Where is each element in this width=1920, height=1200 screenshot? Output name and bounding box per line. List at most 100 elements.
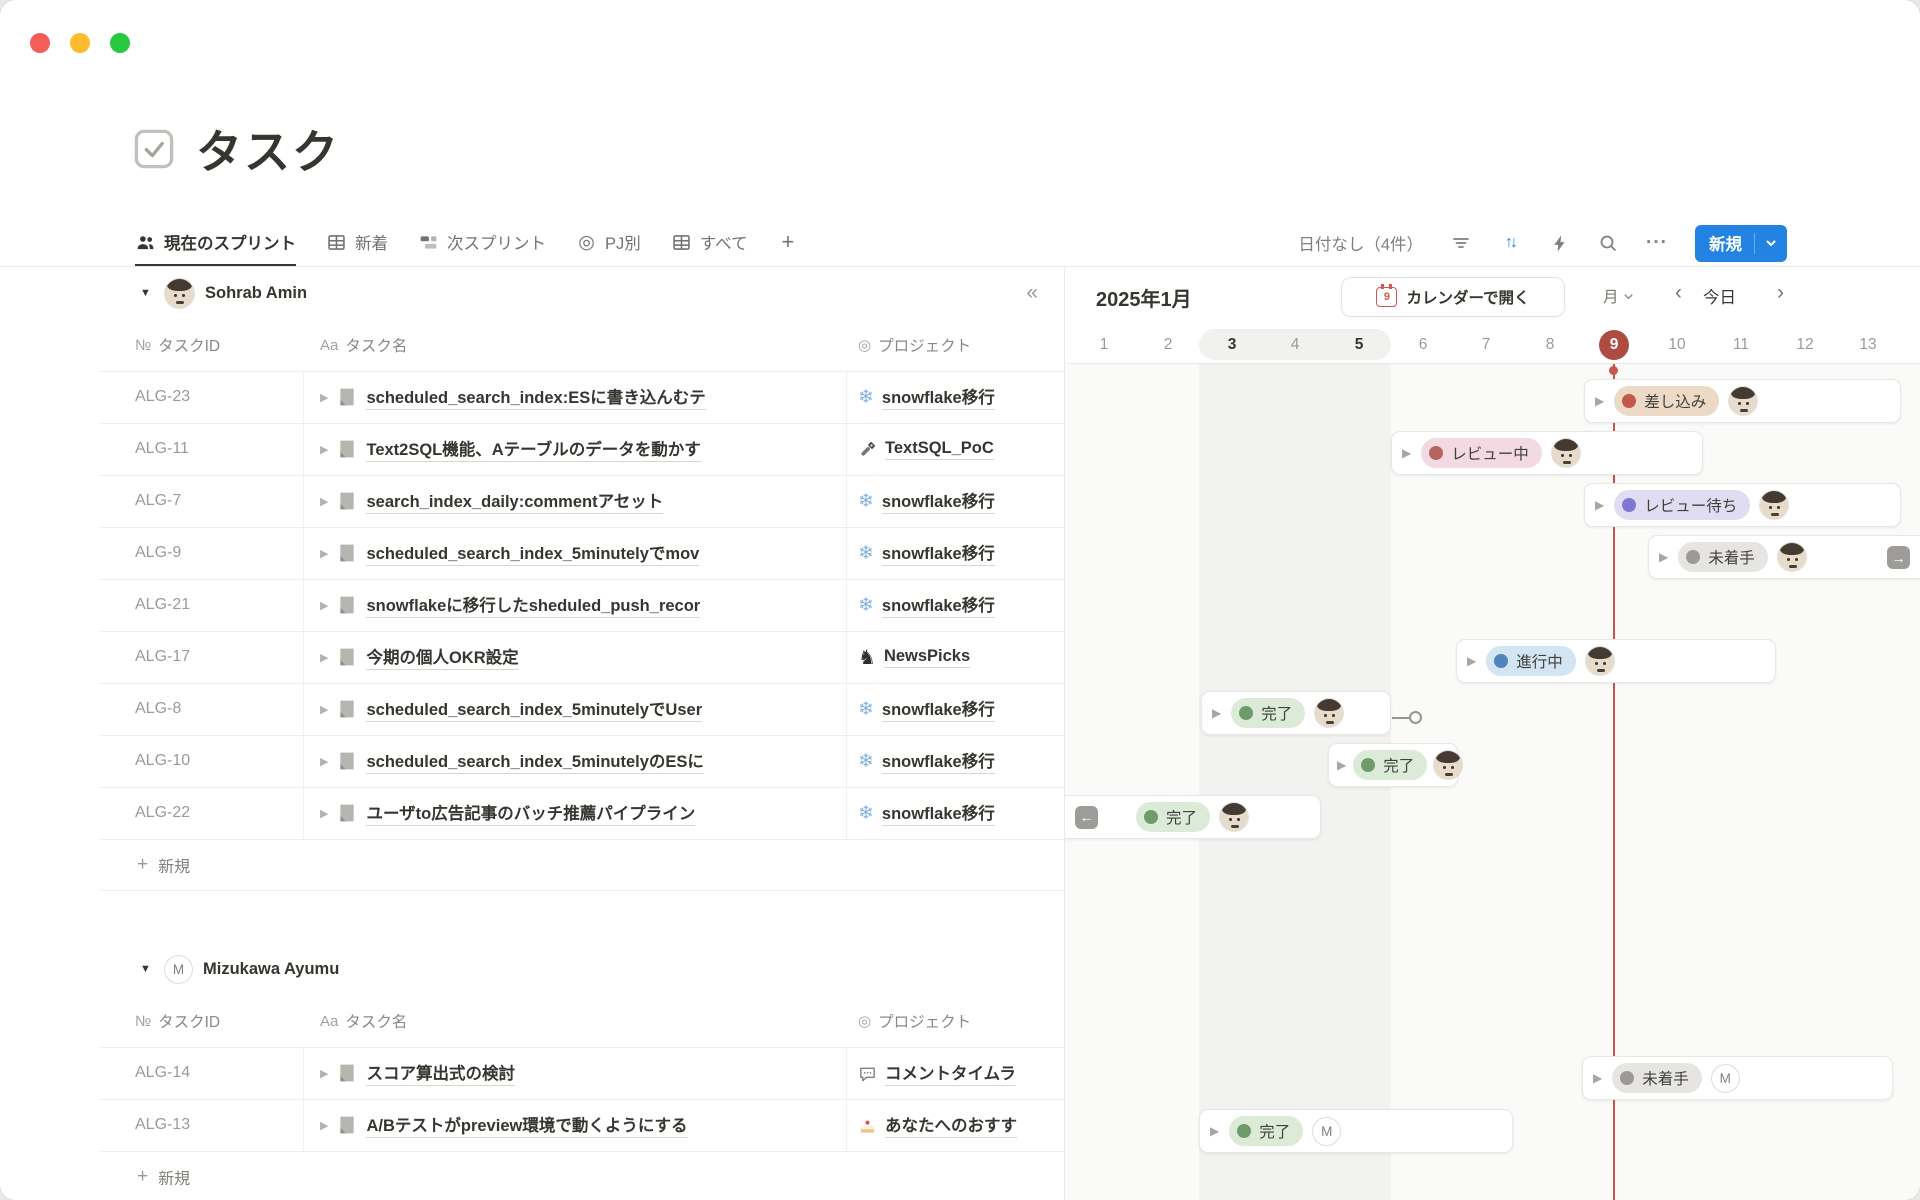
project-link[interactable]: コメントタイムラ (885, 1060, 1016, 1086)
day-cell[interactable]: 10 (1645, 327, 1709, 363)
add-task-row[interactable]: + 新規 (0, 1151, 1064, 1200)
expand-toggle-icon[interactable]: ▶ (320, 443, 328, 456)
chevron-down-icon[interactable] (1754, 233, 1787, 254)
timeline-bar[interactable]: ▶ レビュー中 (1391, 431, 1703, 475)
timeline-bar[interactable]: ▶ 未着手 → (1648, 535, 1920, 579)
tab-by-project[interactable]: ◎ PJ別 (576, 220, 641, 266)
expand-toggle-icon[interactable]: ▶ (1467, 654, 1476, 668)
today-button[interactable]: 今日 (1703, 284, 1736, 308)
day-cell[interactable]: 4 (1263, 327, 1327, 363)
project-link[interactable]: snowflake移行 (882, 488, 995, 514)
task-name-link[interactable]: scheduled_search_index_5minutelyでmov (366, 540, 699, 566)
column-header-project[interactable]: プロジェクト (878, 334, 971, 356)
timeline-bar[interactable]: ▶ 完了 M (1199, 1109, 1513, 1153)
collapse-group-icon[interactable]: ▼ (140, 963, 154, 975)
timeline-bar[interactable]: ▶ レビュー待ち (1584, 483, 1901, 527)
expand-toggle-icon[interactable]: ▶ (1210, 1124, 1219, 1138)
prev-period-button[interactable]: ‹ (1675, 281, 1682, 305)
more-icon[interactable]: ··· (1646, 232, 1668, 254)
date-filter[interactable]: 日付なし（4件） (1298, 231, 1423, 255)
day-cell[interactable]: 3 (1200, 327, 1264, 363)
task-name-link[interactable]: 今期の個人OKR設定 (366, 644, 518, 670)
expand-toggle-icon[interactable]: ▶ (1593, 1071, 1602, 1085)
expand-toggle-icon[interactable]: ▶ (1402, 446, 1411, 460)
dependency-connector[interactable] (1392, 711, 1422, 724)
expand-toggle-icon[interactable]: ▶ (320, 703, 328, 716)
project-link[interactable]: snowflake移行 (882, 592, 995, 618)
lightning-icon[interactable] (1548, 232, 1570, 254)
tab-all[interactable]: すべて (671, 220, 748, 266)
timeline-bar[interactable]: ▶ 進行中 (1456, 639, 1776, 683)
task-name-link[interactable]: A/Bテストがpreview環境で動くようにする (366, 1112, 687, 1138)
filter-icon[interactable] (1450, 232, 1472, 254)
task-name-link[interactable]: scheduled_search_index:ESに書き込んむテ (366, 384, 705, 410)
add-view-button[interactable]: + (777, 220, 798, 266)
task-name-link[interactable]: scheduled_search_index_5minutelyのESに (366, 748, 703, 774)
day-cell[interactable]: 7 (1454, 327, 1518, 363)
today-date-badge[interactable]: 9 (1599, 330, 1629, 360)
expand-toggle-icon[interactable]: ▶ (1595, 394, 1604, 408)
expand-toggle-icon[interactable]: ▶ (320, 807, 328, 820)
day-cell[interactable]: 12 (1773, 327, 1837, 363)
expand-toggle-icon[interactable]: ▶ (1659, 550, 1668, 564)
project-link[interactable]: snowflake移行 (882, 800, 995, 826)
expand-toggle-icon[interactable]: ▶ (320, 547, 328, 560)
task-name-link[interactable]: scheduled_search_index_5minutelyでUser (366, 696, 702, 722)
task-name-link[interactable]: snowflakeに移行したsheduled_push_recor (366, 592, 700, 618)
minimize-button[interactable] (70, 33, 90, 53)
zoom-button[interactable] (110, 33, 130, 53)
day-cell[interactable]: 8 (1518, 327, 1582, 363)
expand-toggle-icon[interactable]: ▶ (320, 599, 328, 612)
day-cell[interactable]: 1 (1072, 327, 1136, 363)
project-link[interactable]: TextSQL_PoC (885, 439, 994, 460)
project-link[interactable]: snowflake移行 (882, 748, 995, 774)
timeline-bar[interactable]: ▶ 差し込み (1584, 379, 1901, 423)
task-name-link[interactable]: search_index_daily:commentアセット (366, 488, 663, 514)
project-link[interactable]: snowflake移行 (882, 384, 995, 410)
column-header-id[interactable]: タスクID (158, 334, 220, 356)
day-cell[interactable]: 2 (1136, 327, 1200, 363)
collapse-group-icon[interactable]: ▼ (140, 287, 154, 299)
group-header-sohrab[interactable]: ▼ Sohrab Amin « (0, 267, 1064, 319)
expand-toggle-icon[interactable]: ▶ (320, 495, 328, 508)
open-calendar-button[interactable]: 9 カレンダーで開く (1341, 277, 1565, 317)
expand-toggle-icon[interactable]: ▶ (320, 1067, 328, 1080)
expand-toggle-icon[interactable]: ▶ (320, 391, 328, 404)
expand-toggle-icon[interactable]: ▶ (1212, 706, 1221, 720)
project-link[interactable]: snowflake移行 (882, 696, 995, 722)
timeline-bar[interactable]: ← 完了 (1065, 795, 1321, 839)
group-header-mizukawa[interactable]: ▼ M Mizukawa Ayumu (0, 943, 1064, 995)
timeline-scale-select[interactable]: 月 (1603, 285, 1634, 307)
project-link[interactable]: あなたへのおすす (885, 1112, 1017, 1138)
expand-toggle-icon[interactable]: ▶ (1337, 758, 1346, 772)
scroll-to-bar-right-button[interactable]: → (1887, 546, 1910, 569)
scroll-to-bar-left-button[interactable]: ← (1075, 806, 1098, 829)
column-header-name[interactable]: タスク名 (345, 1010, 407, 1032)
new-button[interactable]: 新規 (1695, 225, 1787, 262)
tab-next-sprint[interactable]: 次スプリント (418, 220, 546, 266)
day-cell[interactable]: 11 (1709, 327, 1773, 363)
day-cell[interactable]: 13 (1836, 327, 1900, 363)
timeline-bar[interactable]: ▶ 完了 (1328, 743, 1458, 787)
next-period-button[interactable]: › (1777, 281, 1784, 305)
task-name-link[interactable]: ユーザto広告記事のバッチ推薦パイプライン (366, 800, 695, 826)
add-task-row[interactable]: + 新規 (0, 839, 1064, 891)
close-button[interactable] (30, 33, 50, 53)
search-icon[interactable] (1597, 232, 1619, 254)
sort-icon[interactable]: ↑↓ (1499, 232, 1521, 254)
column-header-id[interactable]: タスクID (158, 1010, 220, 1032)
task-name-link[interactable]: スコア算出式の検討 (366, 1060, 515, 1086)
tab-current-sprint[interactable]: 現在のスプリント (135, 220, 296, 266)
expand-toggle-icon[interactable]: ▶ (320, 755, 328, 768)
column-header-project[interactable]: プロジェクト (878, 1010, 971, 1032)
project-link[interactable]: snowflake移行 (882, 540, 995, 566)
timeline-bar[interactable]: ▶ 未着手 M (1582, 1056, 1893, 1100)
expand-toggle-icon[interactable]: ▶ (320, 1119, 328, 1132)
expand-toggle-icon[interactable]: ▶ (1595, 498, 1604, 512)
task-name-link[interactable]: Text2SQL機能、Aテーブルのデータを動かす (366, 436, 700, 462)
project-link[interactable]: NewsPicks (884, 647, 970, 668)
column-header-name[interactable]: タスク名 (345, 334, 407, 356)
day-cell[interactable]: 6 (1391, 327, 1455, 363)
timeline-bar[interactable]: ▶ 完了 (1201, 691, 1391, 735)
expand-toggle-icon[interactable]: ▶ (320, 651, 328, 664)
